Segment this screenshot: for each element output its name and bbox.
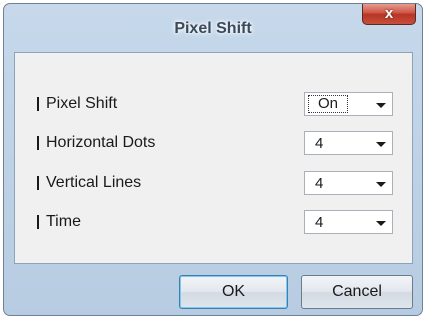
chevron-down-icon — [376, 103, 386, 108]
vertical-lines-select[interactable]: 4 — [304, 171, 393, 195]
setting-label-text: Pixel Shift — [46, 95, 118, 112]
horizontal-dots-select[interactable]: 4 — [304, 131, 393, 155]
bullet-bar-icon — [37, 215, 39, 229]
bullet-bar-icon — [37, 97, 39, 111]
cancel-button[interactable]: Cancel — [301, 275, 413, 309]
setting-label-vertical-lines: Vertical Lines — [37, 174, 141, 192]
close-icon: x — [384, 5, 394, 22]
chevron-down-icon — [376, 221, 386, 226]
setting-row-pixel-shift: Pixel Shift On — [15, 92, 412, 116]
select-value: 4 — [315, 214, 324, 231]
select-value: 4 — [315, 135, 324, 152]
setting-label-text: Vertical Lines — [46, 174, 142, 191]
bullet-bar-icon — [37, 136, 39, 150]
settings-panel: Pixel Shift On Horizontal Dots 4 Vertica… — [14, 52, 413, 264]
setting-label-text: Time — [46, 213, 81, 230]
ok-button[interactable]: OK — [179, 275, 288, 309]
time-select[interactable]: 4 — [304, 210, 393, 234]
select-value: On — [308, 95, 349, 113]
setting-label-time: Time — [37, 213, 81, 231]
setting-row-vertical-lines: Vertical Lines 4 — [15, 171, 412, 195]
bullet-bar-icon — [37, 176, 39, 190]
chevron-down-icon — [376, 142, 386, 147]
setting-label-text: Horizontal Dots — [46, 134, 156, 151]
title-bar[interactable]: Pixel Shift x — [4, 4, 422, 52]
setting-label-pixel-shift: Pixel Shift — [37, 95, 117, 113]
pixel-shift-select[interactable]: On — [304, 92, 393, 116]
setting-row-horizontal-dots: Horizontal Dots 4 — [15, 131, 412, 155]
pixel-shift-dialog: Pixel Shift x Pixel Shift On Horizontal … — [3, 3, 423, 316]
select-value: 4 — [315, 175, 324, 192]
setting-label-horizontal-dots: Horizontal Dots — [37, 134, 155, 152]
close-button[interactable]: x — [362, 4, 416, 25]
chevron-down-icon — [376, 182, 386, 187]
dialog-title: Pixel Shift — [174, 20, 252, 37]
setting-row-time: Time 4 — [15, 210, 412, 234]
